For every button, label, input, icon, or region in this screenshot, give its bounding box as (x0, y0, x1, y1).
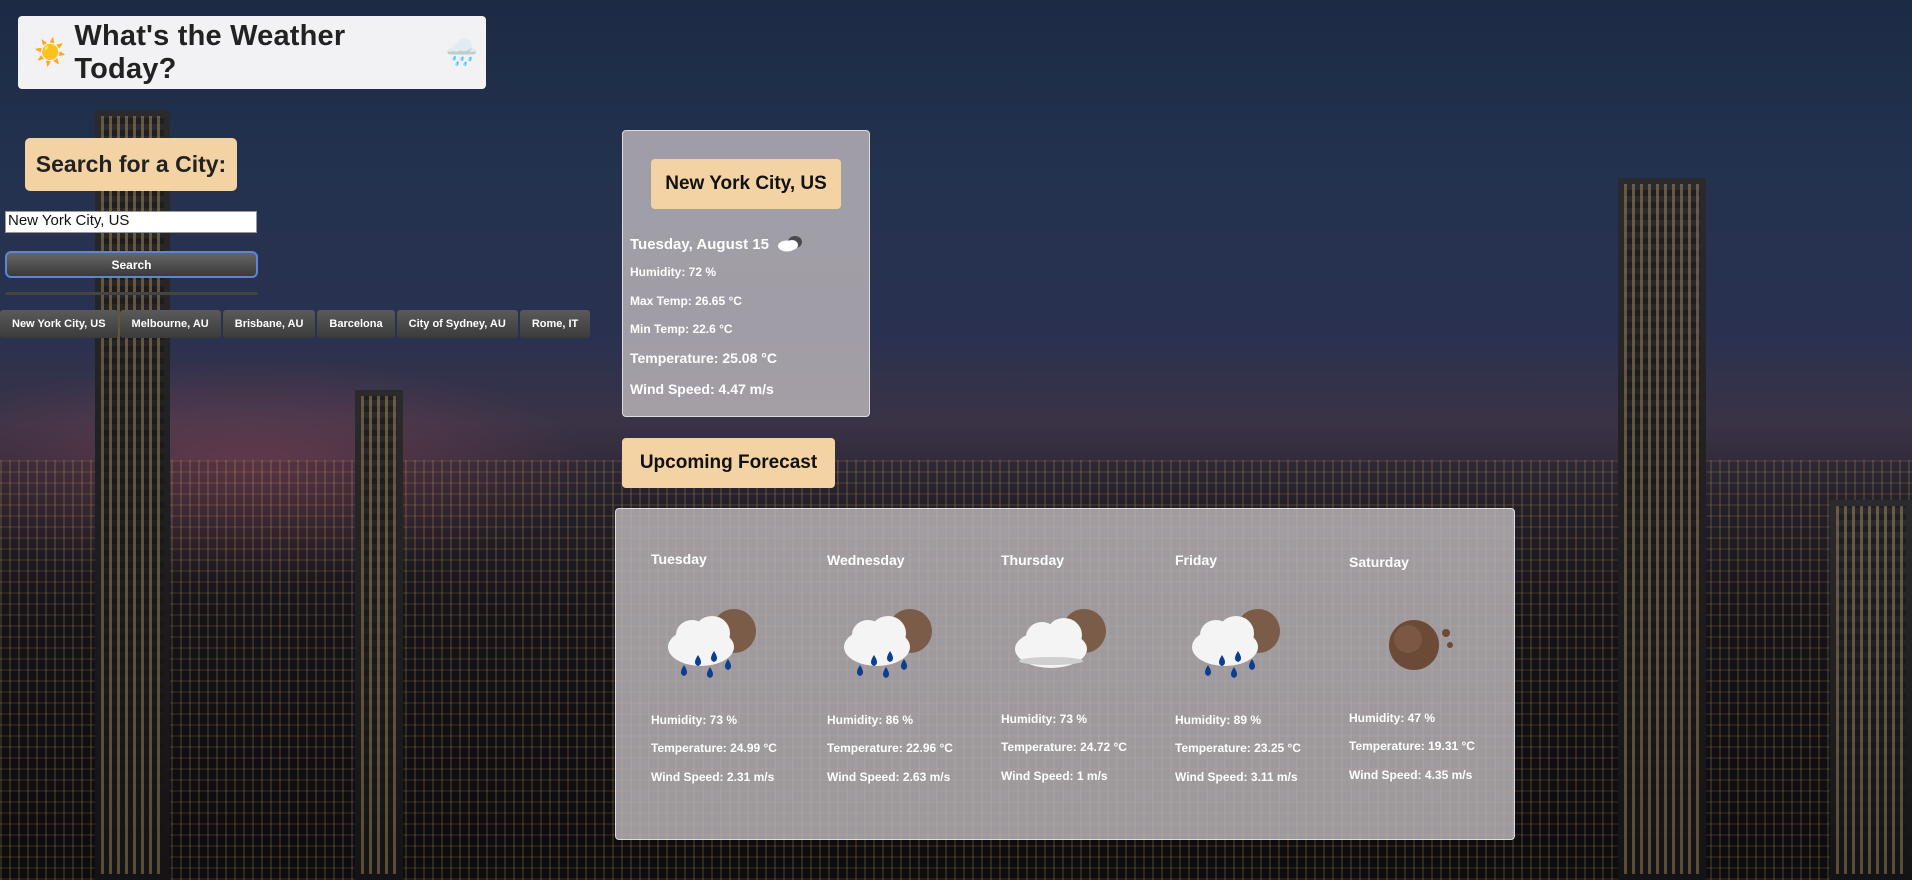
history-button[interactable]: Brisbane, AU (222, 310, 316, 338)
forecast-wind-speed: Wind Speed: 4.35 m/s (1349, 768, 1473, 782)
background-tower (1618, 178, 1706, 880)
forecast-humidity: Humidity: 86 % (827, 713, 914, 727)
forecast-day-name: Wednesday (827, 552, 905, 568)
cloudy-icon (777, 236, 802, 252)
forecast-humidity: Humidity: 89 % (1175, 713, 1262, 727)
forecast-day-name: Friday (1175, 552, 1218, 568)
page-title: What's the Weather Today? (74, 19, 346, 85)
history-button[interactable]: New York City, US (0, 310, 118, 338)
forecast-day: Thursday Humidity: 73 % Temperature: 24.… (966, 509, 1127, 839)
rain-icon (668, 609, 756, 678)
search-history: New York City, US Melbourne, AU Brisbane… (0, 310, 591, 338)
forecast-wind-speed: Wind Speed: 3.11 m/s (1175, 770, 1298, 784)
forecast-day: Friday Humidity: 89 % Temperature: 23.25… (1140, 509, 1301, 839)
history-button[interactable]: Barcelona (317, 310, 395, 338)
forecast-humidity: Humidity: 47 % (1349, 711, 1436, 725)
current-min-temp: Min Temp: 22.6 °C (630, 322, 733, 336)
search-label: Search for a City: (25, 138, 237, 191)
header: ☀️ What's the Weather Today? 🌧️ (18, 16, 486, 89)
forecast-wind-speed: Wind Speed: 2.63 m/s (827, 770, 951, 784)
clear-night-icon (1389, 620, 1453, 670)
divider (5, 292, 258, 295)
forecast-day-name: Saturday (1349, 554, 1409, 570)
forecast-temperature: Temperature: 19.31 °C (1349, 739, 1475, 753)
rain-cloud-icon: 🌧️ (445, 37, 478, 68)
forecast-day-name: Thursday (1001, 552, 1065, 568)
history-button[interactable]: Rome, IT (519, 310, 591, 338)
rain-icon (844, 609, 932, 678)
forecast-temperature: Temperature: 22.96 °C (827, 741, 953, 755)
current-date: Tuesday, August 15 (630, 235, 769, 253)
current-date-row: Tuesday, August 15 (630, 235, 805, 253)
current-wind-speed: Wind Speed: 4.47 m/s (630, 381, 774, 397)
forecast-day-name: Tuesday (651, 551, 707, 567)
background-tower (355, 390, 403, 880)
forecast-day: Wednesday Humidity: 86 % Temperature: 22… (792, 509, 953, 839)
forecast-temperature: Temperature: 24.99 °C (651, 741, 777, 755)
forecast-wind-speed: Wind Speed: 1 m/s (1001, 769, 1108, 783)
history-button[interactable]: City of Sydney, AU (396, 310, 518, 338)
forecast-day: Tuesday Humidity: 73 % Temperature: 24.9… (616, 509, 777, 839)
forecast-wind-speed: Wind Speed: 2.31 m/s (651, 770, 775, 784)
forecast-temperature: Temperature: 24.72 °C (1001, 740, 1127, 754)
current-city-name: New York City, US (651, 159, 841, 209)
forecast-humidity: Humidity: 73 % (1001, 712, 1088, 726)
forecast-panel: Tuesday Humidity: 73 % Temperature: 24.9… (615, 508, 1515, 840)
forecast-temperature: Temperature: 23.25 °C (1175, 741, 1301, 755)
search-button[interactable]: Search (5, 251, 258, 278)
city-search-input[interactable]: New York City, US (5, 211, 257, 233)
forecast-title: Upcoming Forecast (622, 438, 835, 488)
sun-icon: ☀️ (34, 37, 67, 68)
current-humidity: Humidity: 72 % (630, 265, 717, 279)
forecast-humidity: Humidity: 73 % (651, 713, 738, 727)
forecast-day: Saturday Humidity: 47 % Temperature: 19.… (1314, 509, 1475, 839)
current-max-temp: Max Temp: 26.65 °C (630, 294, 742, 308)
background-tower (1830, 500, 1912, 880)
cloudy-icon (1015, 609, 1106, 668)
history-button[interactable]: Melbourne, AU (119, 310, 221, 338)
current-weather-card: New York City, US Tuesday, August 15 Hum… (622, 130, 870, 417)
current-temperature: Temperature: 25.08 °C (630, 350, 777, 366)
rain-icon (1192, 609, 1280, 678)
